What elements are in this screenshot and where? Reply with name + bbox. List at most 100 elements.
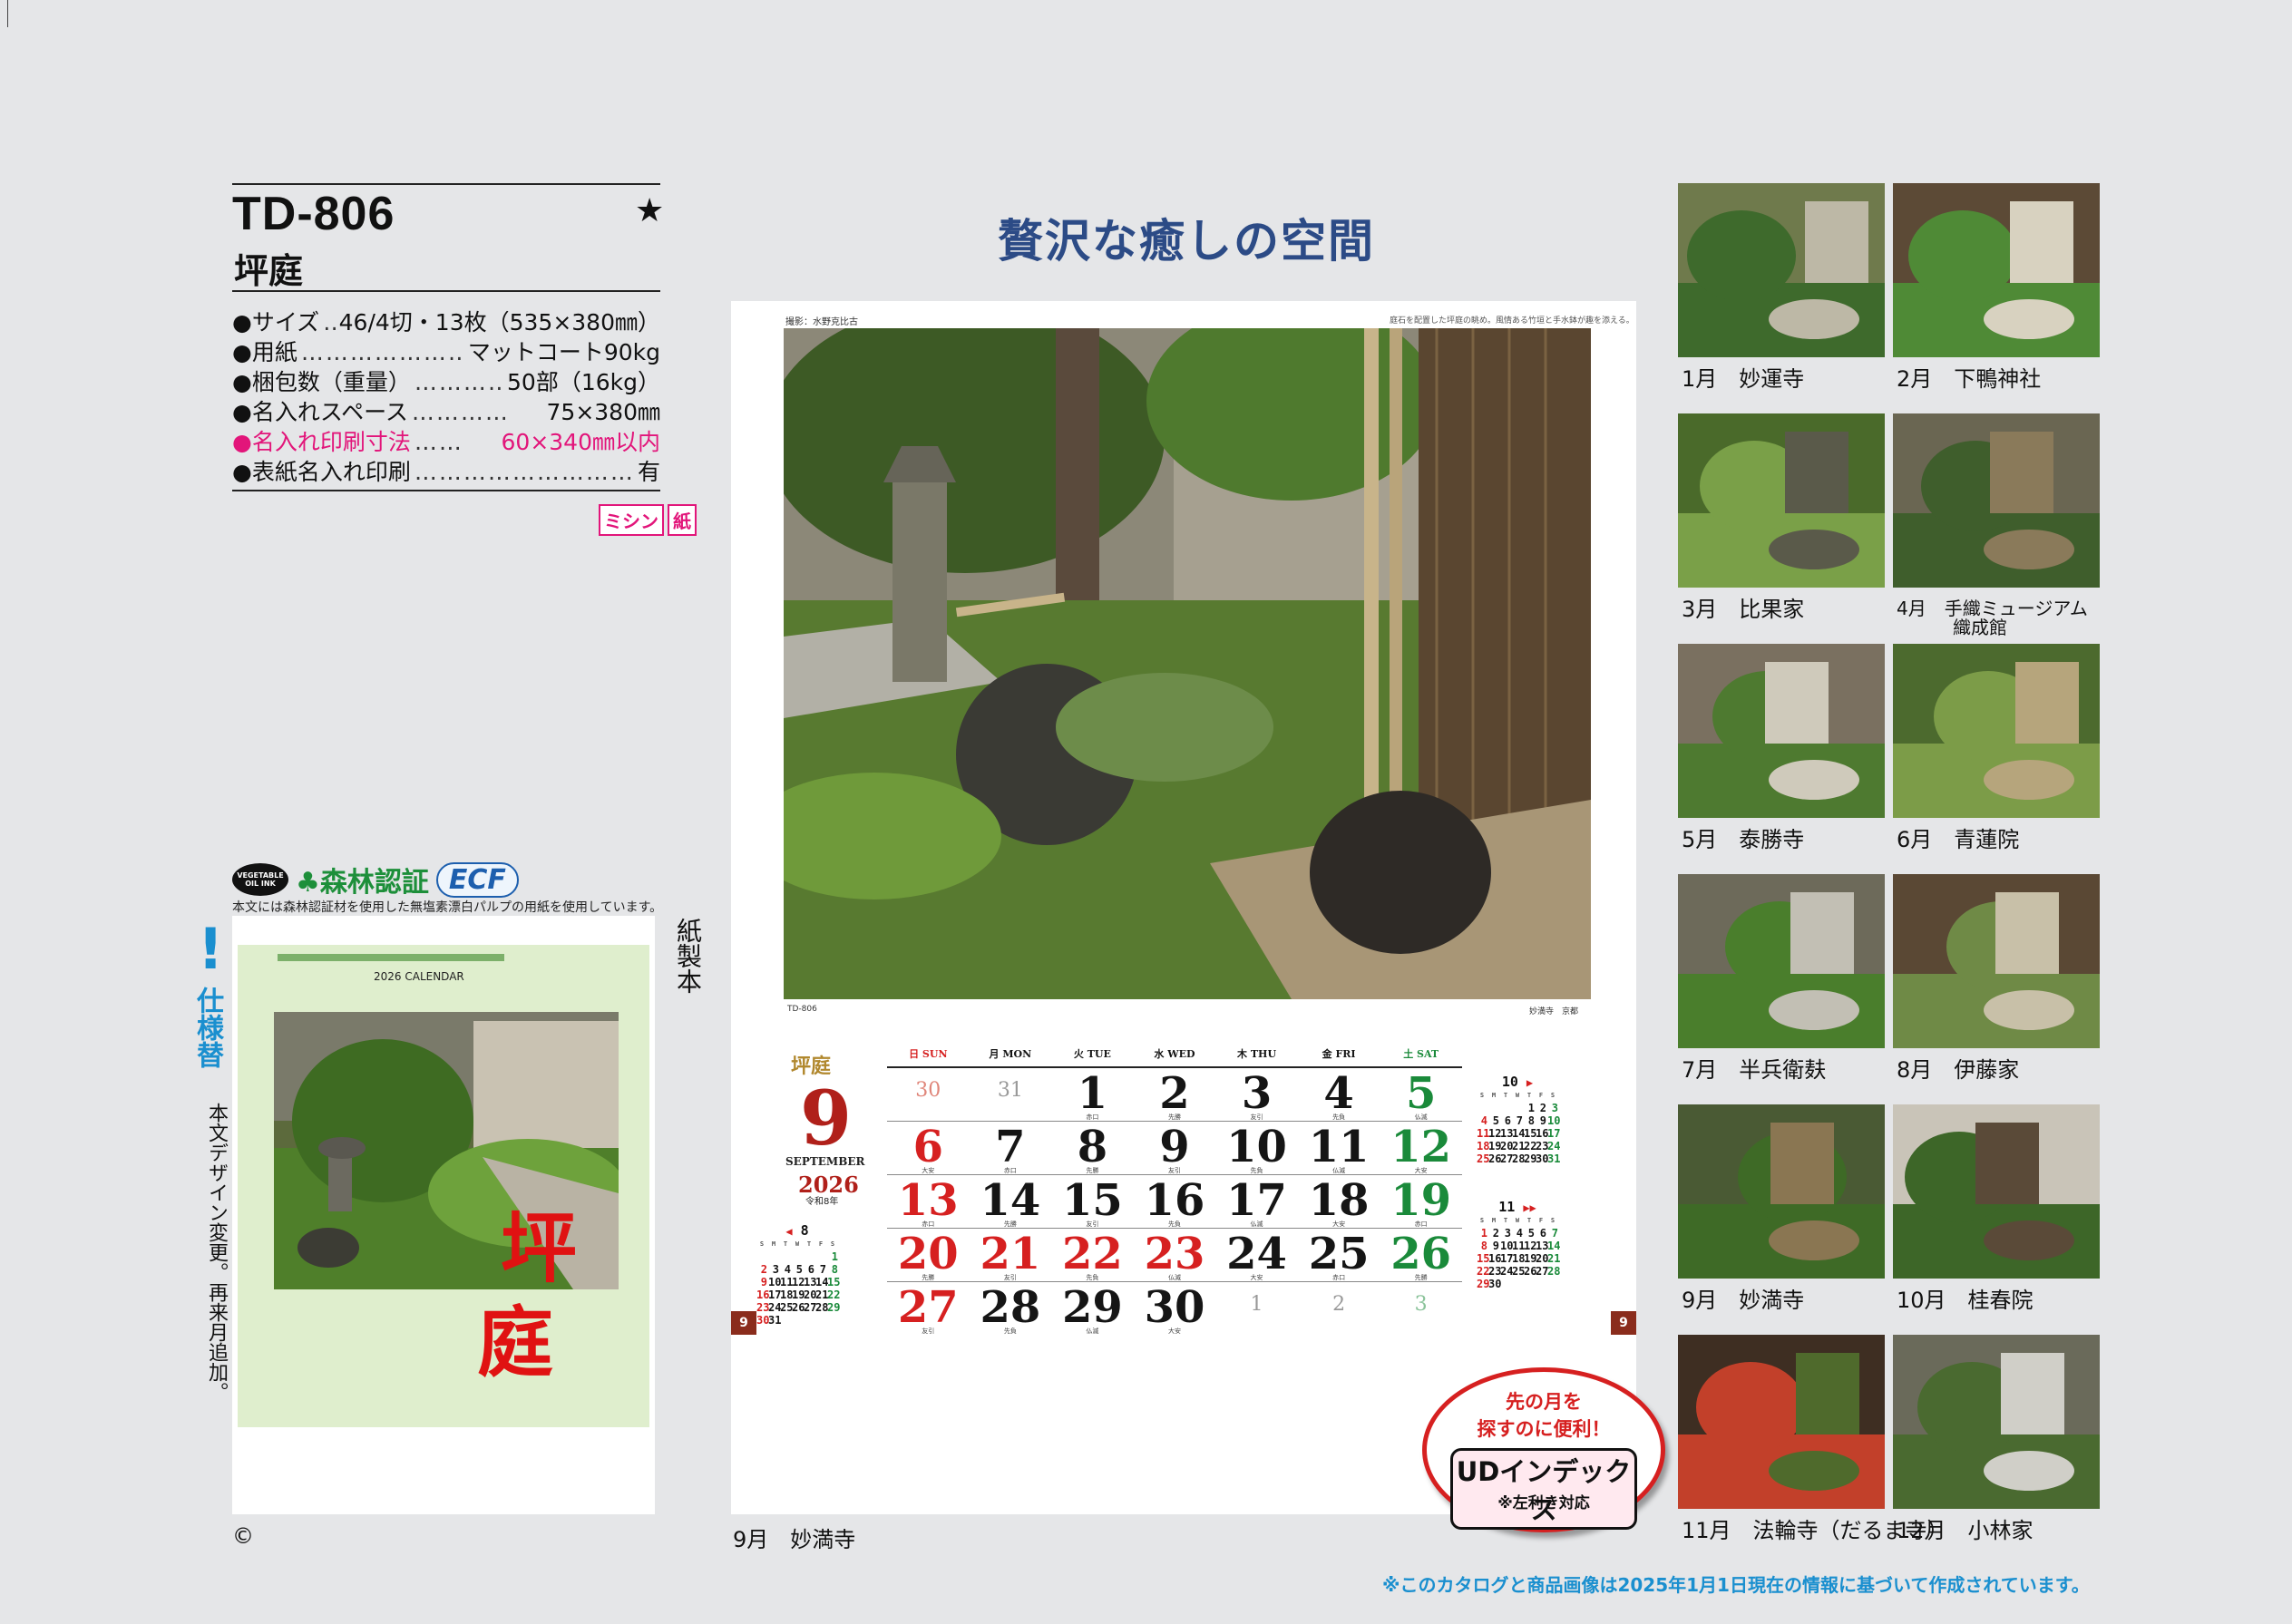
- mini-day: 10: [768, 1276, 782, 1289]
- spec-row: ●名入れスペース………… 75×380㎜: [232, 394, 660, 425]
- spec-value: 50部（16kg）: [507, 369, 660, 395]
- day-cell: 16 先負: [1134, 1175, 1216, 1228]
- mini-day: 24: [768, 1301, 782, 1314]
- mini-weekday: T: [783, 1240, 788, 1248]
- thumbnail-photo: [1678, 1104, 1885, 1279]
- mini-day: 8: [1527, 1114, 1535, 1127]
- mini-weekday: M: [1491, 1092, 1497, 1099]
- day-cell: 6 大安: [887, 1122, 970, 1174]
- feature-badges: ミシン 紙: [599, 504, 697, 536]
- ecf-logo: ECF: [435, 861, 519, 898]
- weekday-label: 火 TUE: [1051, 1046, 1134, 1066]
- day-cell: 3: [1380, 1282, 1462, 1335]
- spec-row: ●名入れ印刷寸法…… 60×340㎜以内: [232, 424, 660, 455]
- mini-blank: [780, 1251, 791, 1263]
- spec-value: 46/4切・13枚（535×380㎜）: [338, 309, 660, 335]
- mini-day: 31: [1547, 1152, 1561, 1165]
- weekday-jp: 金: [1322, 1048, 1332, 1060]
- mini-month-head: 10 ▶: [1477, 1074, 1558, 1090]
- day-cell: 11 仏滅: [1298, 1122, 1380, 1174]
- mini-day: 20: [1500, 1140, 1514, 1152]
- rokuyo-label: 大安: [1167, 1327, 1181, 1335]
- cover-header-bar: [278, 954, 504, 961]
- rule: [232, 183, 660, 185]
- forest-certification-logo: ♣森林認証: [296, 860, 429, 900]
- rokuyo-label: 友引: [922, 1327, 935, 1335]
- day-number: 11: [1308, 1122, 1370, 1172]
- thumbnail-caption-line: 織成館: [1953, 617, 2007, 638]
- mini-day: 4: [784, 1263, 791, 1276]
- rokuyo-label: 仏滅: [1086, 1327, 1099, 1335]
- thumbnail-caption-line: 12月 小林家: [1897, 1518, 2034, 1543]
- mini-day: 4: [1480, 1114, 1487, 1127]
- month-index-tab-right: 9: [1611, 1311, 1636, 1335]
- day-cell: 12 大安: [1380, 1122, 1462, 1174]
- rokuyo-label: 大安: [922, 1167, 935, 1174]
- spec-value: 有: [637, 459, 660, 485]
- thumbnail-caption: 7月 半兵衛麸: [1682, 1059, 1826, 1081]
- day-number: 18: [1308, 1175, 1370, 1226]
- mini-day: 6: [807, 1263, 814, 1276]
- mini-day: 18: [1477, 1140, 1490, 1152]
- day-cell: 31: [970, 1068, 1052, 1121]
- day-cell: 5 仏滅: [1380, 1068, 1462, 1121]
- rokuyo-label: 先勝: [1086, 1167, 1099, 1174]
- mini-day: 17: [1547, 1127, 1561, 1140]
- spec-list: ●サイズ…46/4切・13枚（535×380㎜）●用紙……………………マットコー…: [232, 305, 660, 485]
- day-cell: 25 赤口: [1298, 1229, 1380, 1281]
- mini-day: 14: [815, 1276, 829, 1289]
- forest-label: 森林認証: [319, 867, 429, 899]
- rokuyo-label: 赤口: [1086, 1113, 1099, 1121]
- mini-blank: [804, 1251, 814, 1263]
- thumbnail-photo: [1893, 874, 2100, 1048]
- thumbnail-caption-line: 1月 妙運寺: [1682, 366, 1805, 392]
- mini-day: 9: [1539, 1114, 1546, 1127]
- day-cell: 1 赤口: [1051, 1068, 1134, 1121]
- weekday-en: SUN: [922, 1048, 948, 1060]
- mini-day: 27: [804, 1301, 817, 1314]
- day-number: 20: [897, 1229, 959, 1279]
- thumbnail-caption: 2月 下鴨神社: [1897, 368, 2041, 390]
- rokuyo-label: 赤口: [922, 1220, 935, 1228]
- weekday-jp: 木: [1237, 1048, 1248, 1060]
- day-cell: 13 赤口: [887, 1175, 970, 1228]
- thumbnail-photo: [1678, 1335, 1885, 1509]
- spec-row: ●梱包数（重量）………… 50部（16kg）: [232, 365, 660, 395]
- mini-day: 19: [1488, 1140, 1502, 1152]
- mini-day: 10: [1500, 1240, 1514, 1252]
- mini-day: 3: [772, 1263, 779, 1276]
- mini-day: 25: [1477, 1152, 1490, 1165]
- day-cell: 10 先負: [1215, 1122, 1298, 1174]
- double-right-arrow-icon: ▶▶: [1523, 1201, 1536, 1214]
- mini-weekday: F: [1538, 1092, 1544, 1099]
- mini-day: 16: [1536, 1127, 1549, 1140]
- rokuyo-label: 仏滅: [1250, 1220, 1263, 1228]
- rokuyo-label: 仏滅: [1167, 1274, 1181, 1281]
- day-number: 2: [1332, 1293, 1346, 1316]
- rokuyo-label: 先負: [1167, 1220, 1181, 1228]
- mini-blank: [768, 1251, 779, 1263]
- thumbnail-photo: [1893, 1104, 2100, 1279]
- mini-day: 27: [1500, 1152, 1514, 1165]
- mini-month-head: ◀ 8: [756, 1222, 838, 1239]
- weekday-en: WED: [1167, 1048, 1195, 1060]
- spec-leader: ……………………: [300, 339, 464, 365]
- mini-day: 23: [1488, 1265, 1502, 1278]
- cover-sheet: 2026 CALENDAR 坪 庭: [238, 945, 649, 1427]
- mini-day: 30: [756, 1314, 770, 1327]
- day-number: 6: [912, 1122, 943, 1172]
- mini-day: 9: [760, 1276, 767, 1289]
- mini-day: 4: [1516, 1227, 1523, 1240]
- thumbnail-caption-line: 10月 桂春院: [1897, 1288, 2034, 1313]
- mini-blank: [815, 1251, 826, 1263]
- mini-weekday: W: [1515, 1217, 1520, 1224]
- spec-leader: …: [323, 309, 336, 335]
- mini-day: 7: [1551, 1227, 1558, 1240]
- rule: [232, 490, 660, 491]
- thumbnail-photo: [1678, 644, 1885, 818]
- thumbnail-photo: [1893, 1335, 2100, 1509]
- mini-day: 16: [756, 1289, 770, 1301]
- mini-day: 22: [1477, 1265, 1490, 1278]
- mini-day: 2: [1492, 1227, 1499, 1240]
- mini-day: 26: [1488, 1152, 1502, 1165]
